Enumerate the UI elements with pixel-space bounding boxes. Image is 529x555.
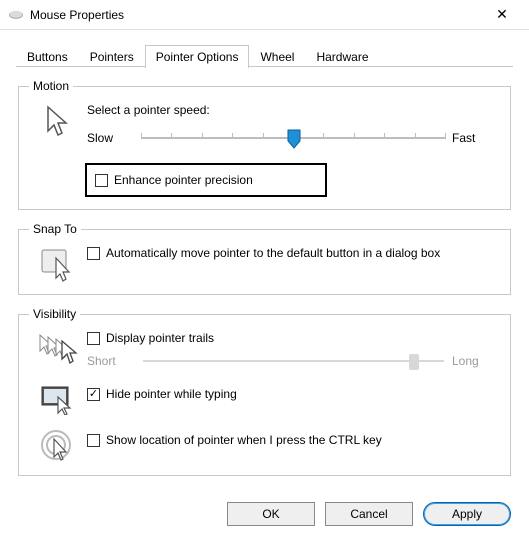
enhance-precision-highlight: Enhance pointer precision [85,163,327,197]
enhance-precision-checkbox[interactable]: Enhance pointer precision [95,173,253,187]
trails-short-label: Short [87,354,135,368]
checkbox-icon [87,332,100,345]
pointer-trails-icon [29,331,87,367]
tab-buttons[interactable]: Buttons [16,45,79,68]
checkbox-icon [87,434,100,447]
title-bar: Mouse Properties ✕ [0,0,529,30]
group-snap-to-legend: Snap To [29,222,81,236]
ctrl-locate-label: Show location of pointer when I press th… [106,433,382,447]
hide-while-typing-checkbox[interactable]: Hide pointer while typing [87,387,500,401]
tab-strip: Buttons Pointers Pointer Options Wheel H… [0,30,529,67]
tab-pointer-options[interactable]: Pointer Options [145,45,250,68]
apply-button[interactable]: Apply [423,502,511,526]
cancel-button[interactable]: Cancel [325,502,413,526]
pointer-speed-label: Select a pointer speed: [87,103,500,117]
speed-fast-label: Fast [452,131,500,145]
close-button[interactable]: ✕ [481,1,523,29]
speed-slow-label: Slow [87,131,135,145]
dialog-button-row: OK Cancel Apply [0,496,529,536]
pointer-speed-slider[interactable] [141,127,446,149]
group-motion-legend: Motion [29,79,73,93]
slider-thumb-icon[interactable] [287,129,301,149]
window-title: Mouse Properties [30,8,481,22]
pointer-arrow-icon [29,103,87,139]
tab-pointers[interactable]: Pointers [79,45,145,68]
pointer-trails-checkbox[interactable]: Display pointer trails [87,331,500,345]
ok-button[interactable]: OK [227,502,315,526]
ctrl-locate-icon [29,427,87,463]
group-motion: Motion Select a pointer speed: Slow [18,79,511,210]
hide-while-typing-label: Hide pointer while typing [106,387,237,401]
enhance-precision-label: Enhance pointer precision [114,173,253,187]
pointer-trails-slider [143,351,444,371]
pointer-trails-label: Display pointer trails [106,331,214,345]
trails-long-label: Long [452,354,500,368]
tab-hardware[interactable]: Hardware [305,45,379,68]
checkbox-icon [87,388,100,401]
group-visibility: Visibility Display pointer trails [18,307,511,476]
tab-wheel[interactable]: Wheel [249,45,305,68]
mouse-icon [8,7,24,23]
checkbox-icon [95,174,108,187]
snap-to-icon [29,246,87,282]
hide-while-typing-icon [29,383,87,415]
checkbox-icon [87,247,100,260]
tab-page-pointer-options: Motion Select a pointer speed: Slow [0,67,529,496]
group-snap-to: Snap To Automatically move pointer to th… [18,222,511,295]
slider-thumb-icon [409,354,419,370]
snap-to-label: Automatically move pointer to the defaul… [106,246,440,260]
group-visibility-legend: Visibility [29,307,80,321]
snap-to-checkbox[interactable]: Automatically move pointer to the defaul… [87,246,500,260]
ctrl-locate-checkbox[interactable]: Show location of pointer when I press th… [87,433,500,447]
